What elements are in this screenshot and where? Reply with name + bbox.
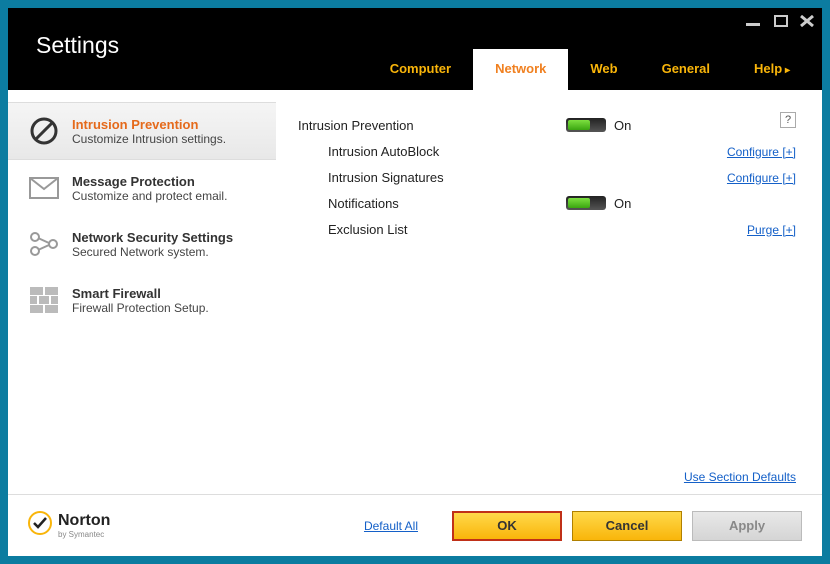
sidebar-item-intrusion-prevention[interactable]: Intrusion PreventionCustomize Intrusion …	[8, 102, 276, 160]
sidebar-item-desc: Customize Intrusion settings.	[72, 132, 226, 146]
firewall-icon	[28, 284, 60, 316]
block-icon	[28, 115, 60, 147]
tabs: ComputerNetworkWebGeneralHelp	[368, 49, 812, 90]
setting-row: Intrusion Prevention On	[298, 112, 796, 138]
action-link[interactable]: Configure [+]	[727, 145, 796, 159]
toggle-switch[interactable]	[566, 196, 606, 210]
maximize-icon[interactable]	[774, 14, 788, 32]
header: Settings ComputerNetworkWebGeneralHelp	[8, 8, 822, 90]
sidebar-item-desc: Firewall Protection Setup.	[72, 301, 209, 315]
setting-row: Exclusion List Purge [+]	[298, 216, 796, 242]
setting-row: Intrusion Signatures Configure [+]	[298, 164, 796, 190]
sidebar-item-title: Smart Firewall	[72, 286, 209, 301]
norton-check-icon	[28, 511, 52, 540]
logo-subtext: by Symantec	[58, 530, 110, 539]
tab-general[interactable]: General	[640, 49, 732, 90]
toggle-state: On	[614, 118, 631, 133]
sidebar-item-title: Intrusion Prevention	[72, 117, 226, 132]
network-icon	[28, 228, 60, 260]
main-panel: ? Intrusion Prevention On Intrusion AutoBl…	[276, 90, 822, 494]
tab-help[interactable]: Help	[732, 49, 812, 90]
window-controls	[746, 14, 814, 32]
sidebar-item-title: Message Protection	[72, 174, 227, 189]
setting-label: Exclusion List	[298, 222, 566, 237]
setting-row: Intrusion AutoBlock Configure [+]	[298, 138, 796, 164]
tab-computer[interactable]: Computer	[368, 49, 473, 90]
sidebar-item-network-security-settings[interactable]: Network Security SettingsSecured Network…	[8, 216, 276, 272]
sidebar-item-desc: Secured Network system.	[72, 245, 233, 259]
apply-button: Apply	[692, 511, 802, 541]
sidebar-item-title: Network Security Settings	[72, 230, 233, 245]
settings-window: Settings ComputerNetworkWebGeneralHelp I…	[8, 8, 822, 556]
setting-label: Notifications	[298, 196, 566, 211]
logo: Norton by Symantec	[28, 511, 110, 540]
minimize-icon[interactable]	[746, 14, 762, 32]
toggle-switch[interactable]	[566, 118, 606, 132]
envelope-icon	[28, 172, 60, 204]
close-icon[interactable]	[800, 14, 814, 32]
default-all-link[interactable]: Default All	[364, 519, 418, 533]
sidebar-item-message-protection[interactable]: Message ProtectionCustomize and protect …	[8, 160, 276, 216]
setting-row: Notifications On	[298, 190, 796, 216]
help-icon[interactable]: ?	[780, 112, 796, 128]
logo-text: Norton	[58, 512, 110, 529]
setting-label: Intrusion AutoBlock	[298, 144, 566, 159]
sidebar: Intrusion PreventionCustomize Intrusion …	[8, 90, 276, 494]
body: Intrusion PreventionCustomize Intrusion …	[8, 90, 822, 494]
setting-label: Intrusion Prevention	[298, 118, 566, 133]
use-section-defaults-link[interactable]: Use Section Defaults	[684, 470, 796, 484]
toggle-state: On	[614, 196, 631, 211]
settings-list: Intrusion Prevention On Intrusion AutoBloc…	[298, 112, 796, 242]
sidebar-item-desc: Customize and protect email.	[72, 189, 227, 203]
action-link[interactable]: Configure [+]	[727, 171, 796, 185]
footer: Norton by Symantec Default All OK Cancel…	[8, 494, 822, 556]
sidebar-item-smart-firewall[interactable]: Smart FirewallFirewall Protection Setup.	[8, 272, 276, 328]
tab-web[interactable]: Web	[568, 49, 639, 90]
cancel-button[interactable]: Cancel	[572, 511, 682, 541]
page-title: Settings	[8, 8, 119, 90]
setting-label: Intrusion Signatures	[298, 170, 566, 185]
ok-button[interactable]: OK	[452, 511, 562, 541]
action-link[interactable]: Purge [+]	[747, 223, 796, 237]
tab-network[interactable]: Network	[473, 49, 568, 90]
